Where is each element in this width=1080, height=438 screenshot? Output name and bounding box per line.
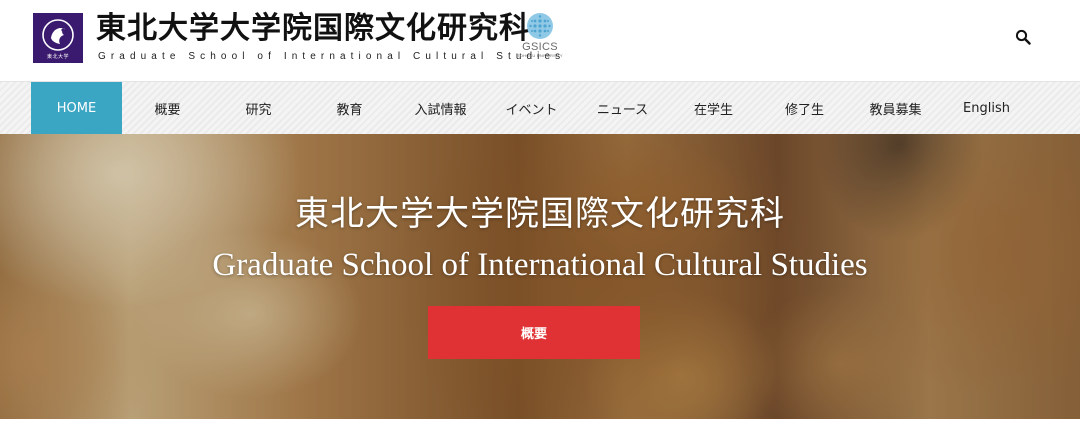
main-navigation: HOME 概要 研究 教育 入試情報 イベント ニュース 在学生 修了生 教員募… [0, 81, 1080, 134]
search-icon [1015, 29, 1031, 45]
nav-item-admissions[interactable]: 入試情報 [395, 82, 486, 134]
site-header: 東北大学 東北大学大学院国際文化研究科 Graduate School of I… [0, 0, 1080, 81]
university-seal-logo[interactable]: 東北大学 [33, 13, 83, 63]
hero-title-japanese: 東北大学大学院国際文化研究科 [295, 194, 785, 234]
nav-item-research[interactable]: 研究 [213, 82, 304, 134]
seal-caption: 東北大学 [46, 53, 69, 60]
nav-item-faculty-recruitment[interactable]: 教員募集 [850, 82, 941, 134]
nav-list: HOME 概要 研究 教育 入試情報 イベント ニュース 在学生 修了生 教員募… [31, 82, 1032, 135]
nav-item-news[interactable]: ニュース [577, 82, 668, 134]
gsics-label: GSICS [522, 41, 558, 53]
hero-overview-button[interactable]: 概要 [428, 306, 640, 359]
gsics-sublabel: TOHOKU UNIVERSITY [517, 53, 563, 58]
nav-item-current-students[interactable]: 在学生 [668, 82, 759, 134]
search-button[interactable] [1010, 24, 1036, 50]
nav-item-events[interactable]: イベント [486, 82, 577, 134]
hero-title-english: Graduate School of International Cultura… [212, 247, 868, 283]
nav-item-alumni[interactable]: 修了生 [759, 82, 850, 134]
gsics-logo[interactable]: GSICS TOHOKU UNIVERSITY [516, 12, 564, 64]
nav-item-english[interactable]: English [941, 82, 1032, 134]
seal-emblem-icon [42, 18, 74, 51]
site-title-english[interactable]: Graduate School of International Cultura… [98, 51, 565, 62]
nav-item-overview[interactable]: 概要 [122, 82, 213, 134]
hero-banner: 東北大学大学院国際文化研究科 Graduate School of Intern… [0, 134, 1080, 419]
site-title-japanese[interactable]: 東北大学大学院国際文化研究科 [96, 10, 530, 48]
nav-item-education[interactable]: 教育 [304, 82, 395, 134]
globe-logo-icon [527, 13, 553, 39]
nav-item-home[interactable]: HOME [31, 82, 122, 134]
